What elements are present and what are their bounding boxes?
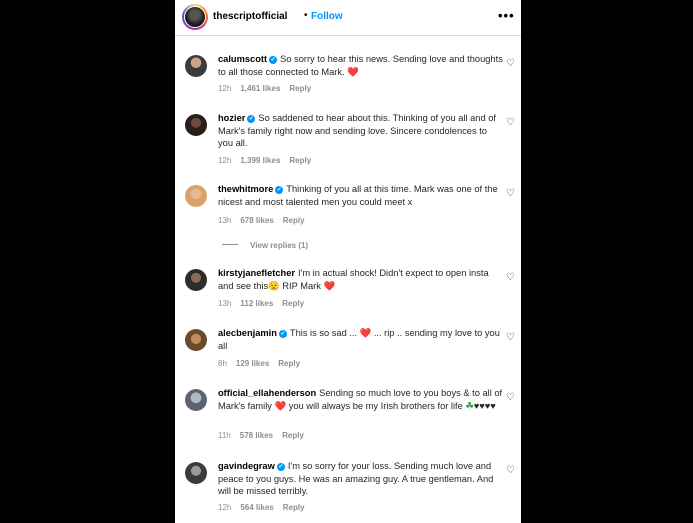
comment-time: 12h	[218, 156, 232, 165]
commenter-avatar[interactable]	[185, 55, 207, 77]
comment-time: 8h	[218, 359, 227, 368]
commenter-avatar[interactable]	[185, 185, 207, 207]
reply-button[interactable]: Reply	[282, 431, 304, 440]
verified-badge-icon: ✓	[269, 56, 278, 64]
comment-likes[interactable]: 1,461 likes	[240, 84, 280, 93]
reply-button[interactable]: Reply	[283, 503, 305, 512]
comment-time: 13h	[218, 299, 232, 308]
account-username[interactable]: thescriptofficial	[213, 11, 287, 22]
comment-meta: 13h 112 likes Reply	[218, 299, 313, 308]
verified-badge-icon: ✓	[275, 186, 284, 194]
reply-button[interactable]: Reply	[289, 156, 311, 165]
comment-body: gavindegraw ✓ I'm so sorry for your loss. …	[218, 460, 503, 498]
comment-time: 11h	[218, 431, 231, 440]
comment-likes[interactable]: 564 likes	[240, 503, 273, 512]
comment-meta: 12h 1,461 likes Reply	[218, 84, 320, 93]
comment-meta: 12h 564 likes Reply	[218, 503, 314, 512]
comment-body: kirstyjanefletcher I'm in actual shock! D…	[218, 267, 503, 292]
follow-button[interactable]: Follow	[311, 11, 343, 22]
verified-badge-icon: ✓	[278, 330, 287, 338]
black-hearts-emoji-icon: ♥♥♥♥	[473, 400, 496, 411]
commenter-avatar[interactable]	[185, 329, 207, 351]
comment-text: RIP Mark	[279, 280, 324, 291]
verified-badge-icon: ✓	[247, 115, 256, 123]
comment-likes[interactable]: 1,399 likes	[240, 156, 280, 165]
comment-likes[interactable]: 112 likes	[240, 299, 273, 308]
commenter-username[interactable]: thewhitmore ✓	[218, 184, 284, 194]
commenter-avatar[interactable]	[185, 114, 207, 136]
reply-button[interactable]: Reply	[282, 299, 304, 308]
comment-time: 12h	[218, 84, 232, 93]
comment-meta: 11h 578 likes Reply	[218, 431, 313, 440]
comment-meta: 8h 129 likes Reply	[218, 359, 309, 368]
commenter-avatar[interactable]	[185, 269, 207, 291]
separator-dot: •	[304, 10, 308, 21]
red-heart-emoji-icon: ❤️	[274, 400, 287, 411]
reply-button[interactable]: Reply	[283, 216, 305, 225]
comment-body: calumscott ✓ So sorry to hear this news. S…	[218, 53, 503, 78]
red-heart-emoji-icon: ❤️	[347, 66, 359, 77]
comment-text: So saddened to hear about this. Thinking…	[218, 113, 496, 149]
comment-likes[interactable]: 578 likes	[240, 431, 273, 440]
red-heart-emoji-icon: ❤️	[323, 280, 336, 291]
like-comment-icon[interactable]: ♡	[506, 465, 515, 476]
comment-body: official_ellahenderson Sending so much lo…	[218, 387, 503, 412]
like-comment-icon[interactable]: ♡	[506, 392, 515, 403]
comment-text: This is so sad ...	[289, 328, 360, 338]
like-comment-icon[interactable]: ♡	[506, 188, 515, 199]
comment-likes[interactable]: 129 likes	[236, 359, 269, 368]
reply-button[interactable]: Reply	[289, 84, 311, 93]
sad-face-emoji-icon: 😟	[268, 280, 280, 291]
like-comment-icon[interactable]: ♡	[506, 272, 515, 283]
comments-panel: thescriptofficial • Follow ••• calumscot…	[175, 0, 521, 523]
view-replies-line	[222, 244, 238, 245]
view-replies-button[interactable]: View replies (1)	[222, 241, 308, 250]
account-avatar[interactable]	[182, 4, 208, 30]
commenter-username[interactable]: kirstyjanefletcher	[218, 268, 295, 278]
more-horizontal-icon[interactable]: •••	[498, 8, 515, 23]
comment-meta: 12h 1,399 likes Reply	[218, 156, 320, 165]
comment-time: 12h	[218, 503, 232, 512]
comment-body: alecbenjamin ✓ This is so sad ... ❤️ ... r…	[218, 327, 503, 352]
commenter-username[interactable]: gavindegraw ✓	[218, 461, 285, 471]
commenter-avatar[interactable]	[185, 462, 207, 484]
like-comment-icon[interactable]: ♡	[506, 58, 515, 69]
verified-badge-icon: ✓	[276, 463, 285, 471]
comment-body: thewhitmore ✓ Thinking of you all at this …	[218, 183, 503, 208]
red-heart-emoji-icon: ❤️	[359, 328, 372, 338]
commenter-username[interactable]: official_ellahenderson	[218, 388, 316, 398]
like-comment-icon[interactable]: ♡	[506, 332, 515, 343]
like-comment-icon[interactable]: ♡	[506, 117, 515, 128]
comment-meta: 13h 678 likes Reply	[218, 216, 314, 225]
post-header: thescriptofficial • Follow •••	[175, 0, 521, 36]
commenter-username[interactable]: calumscott ✓	[218, 54, 278, 64]
commenter-username[interactable]: alecbenjamin ✓	[218, 328, 287, 338]
reply-button[interactable]: Reply	[278, 359, 300, 368]
comment-body: hozier ✓ So saddened to hear about this. T…	[218, 112, 503, 150]
comment-time: 13h	[218, 216, 232, 225]
commenter-username[interactable]: hozier ✓	[218, 113, 256, 123]
comment-text: you will always be my Irish brothers for…	[286, 400, 466, 411]
commenter-avatar[interactable]	[185, 389, 207, 411]
comment-likes[interactable]: 678 likes	[240, 216, 273, 225]
shamrock-emoji-icon: ☘	[465, 400, 474, 411]
